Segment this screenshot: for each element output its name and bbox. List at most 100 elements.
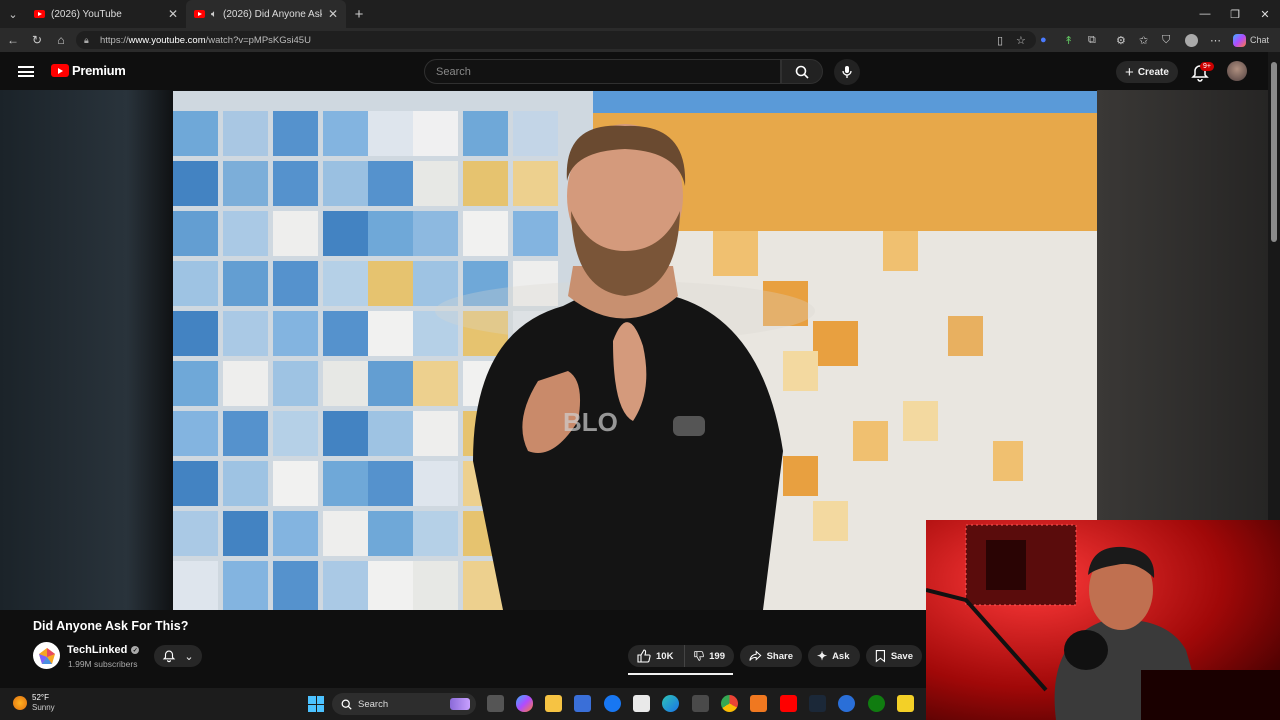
like-count: 10K bbox=[656, 650, 674, 662]
temperature: 52°F bbox=[32, 693, 49, 702]
taskbar-search[interactable]: Search bbox=[332, 693, 476, 715]
extension-icon[interactable]: ↟ bbox=[1064, 28, 1073, 52]
sparkle-icon: ✦ bbox=[817, 649, 828, 663]
split-screen-icon[interactable]: ⚙ bbox=[1116, 28, 1126, 52]
tab-current-video[interactable]: 🔈︎ (2026) Did Anyone Ask For This? ✕ bbox=[186, 0, 346, 28]
share-button[interactable]: Share bbox=[740, 645, 802, 667]
browser-address-bar: ← ↻ ⌂ 🔒︎ https://www.youtube.com/watch?v… bbox=[0, 28, 1280, 52]
url-scheme: https:// bbox=[100, 34, 129, 46]
weather-text: 52°F Sunny bbox=[32, 693, 55, 713]
thumbs-up-icon bbox=[637, 649, 651, 663]
account-avatar[interactable] bbox=[1227, 61, 1247, 81]
create-label: Create bbox=[1137, 66, 1169, 78]
notification-preferences-button[interactable]: ⌄ bbox=[154, 645, 202, 667]
channel-avatar[interactable] bbox=[33, 642, 60, 669]
verified-check-icon: ✓ bbox=[131, 646, 140, 654]
start-button[interactable] bbox=[308, 696, 324, 712]
like-button[interactable]: 10K bbox=[628, 645, 684, 667]
search-input[interactable]: Search bbox=[424, 59, 781, 84]
amazon-icon[interactable] bbox=[633, 695, 650, 712]
speaker-icon[interactable]: 🔈︎ bbox=[211, 9, 217, 20]
xbox-icon[interactable] bbox=[868, 695, 885, 712]
app-launcher-icon[interactable] bbox=[750, 695, 767, 712]
dislike-count: 199 bbox=[709, 650, 725, 662]
weather-widget[interactable]: 52°F Sunny bbox=[13, 693, 55, 713]
bell-icon bbox=[163, 650, 176, 663]
save-label: Save bbox=[890, 650, 913, 662]
edge-browser-icon[interactable] bbox=[662, 695, 679, 712]
chrome-icon[interactable] bbox=[721, 695, 738, 712]
home-icon[interactable]: ⌂ bbox=[49, 33, 73, 47]
scrollbar-thumb[interactable] bbox=[1271, 62, 1277, 242]
channel-name-link[interactable]: TechLinked ✓ bbox=[67, 644, 140, 656]
subscriber-count: 1.99M subscribers bbox=[68, 659, 138, 669]
dislike-button[interactable]: 199 bbox=[684, 645, 734, 667]
youtube-app-icon[interactable] bbox=[780, 695, 797, 712]
facebook-icon[interactable] bbox=[604, 695, 621, 712]
tab-close-icon[interactable]: ✕ bbox=[168, 7, 178, 21]
profile-icon[interactable] bbox=[1185, 28, 1198, 52]
favorites-icon[interactable]: ✩ bbox=[1139, 28, 1148, 52]
youtube-premium-logo[interactable]: Premium bbox=[51, 63, 126, 78]
copilot-chat-button[interactable]: Chat bbox=[1233, 28, 1269, 52]
youtube-favicon-icon bbox=[194, 10, 205, 18]
extension-icon[interactable]: ● bbox=[1040, 28, 1047, 52]
brand-label: Premium bbox=[72, 63, 126, 78]
microphone-icon bbox=[842, 66, 852, 78]
taskbar-search-label: Search bbox=[358, 698, 389, 710]
plus-icon: + bbox=[1125, 63, 1134, 81]
steam-icon[interactable] bbox=[809, 695, 826, 712]
tab-close-icon[interactable]: ✕ bbox=[328, 7, 338, 21]
calculator-icon[interactable] bbox=[692, 695, 709, 712]
more-menu-icon[interactable]: ⋯ bbox=[1210, 28, 1221, 52]
copilot-icon bbox=[1233, 33, 1246, 47]
channel-name: TechLinked bbox=[67, 644, 128, 656]
favorite-star-icon[interactable]: ☆ bbox=[1016, 28, 1026, 52]
notification-count-badge: 9+ bbox=[1200, 62, 1214, 71]
minimize-icon[interactable]: — bbox=[1190, 0, 1220, 28]
restore-icon[interactable]: ❐ bbox=[1220, 0, 1250, 28]
chevron-down-icon: ⌄ bbox=[184, 650, 194, 663]
extensions-puzzle-icon[interactable]: ⧉ bbox=[1088, 28, 1096, 52]
search-icon bbox=[795, 65, 809, 79]
lock-icon: 🔒︎ bbox=[84, 35, 89, 45]
sticky-notes-icon[interactable] bbox=[897, 695, 914, 712]
thumbs-down-icon bbox=[694, 651, 704, 661]
share-label: Share bbox=[766, 650, 793, 662]
task-view-icon[interactable] bbox=[487, 695, 504, 712]
url-field[interactable]: 🔒︎ https://www.youtube.com/watch?v=pMPsK… bbox=[76, 31, 1036, 49]
search-highlight-icon bbox=[450, 698, 470, 710]
browser-tab-bar: ⌄ (2026) YouTube ✕ 🔈︎ (2026) Did Anyone … bbox=[0, 0, 1280, 28]
close-window-icon[interactable]: ✕ bbox=[1250, 0, 1280, 28]
settings-app-icon[interactable] bbox=[838, 695, 855, 712]
share-icon bbox=[749, 650, 762, 661]
chat-label: Chat bbox=[1250, 35, 1270, 45]
ask-button[interactable]: ✦ Ask bbox=[808, 645, 860, 667]
webcam-image bbox=[926, 520, 1280, 720]
youtube-logo-icon bbox=[51, 64, 69, 77]
bookmark-icon bbox=[875, 650, 886, 663]
search-button[interactable] bbox=[781, 59, 823, 84]
video-title: Did Anyone Ask For This? bbox=[33, 619, 189, 633]
create-button[interactable]: + Create bbox=[1116, 61, 1178, 83]
url-host: www.youtube.com bbox=[128, 34, 206, 46]
tab-youtube-home[interactable]: (2026) YouTube ✕ bbox=[26, 0, 186, 28]
new-tab-button[interactable]: + bbox=[346, 6, 372, 23]
tab-actions-menu-button[interactable]: ⌄ bbox=[0, 0, 26, 28]
file-explorer-icon[interactable] bbox=[545, 695, 562, 712]
svg-text:BLO: BLO bbox=[563, 407, 618, 437]
window-controls: — ❐ ✕ bbox=[1190, 0, 1280, 28]
webcam-overlay bbox=[926, 520, 1280, 720]
browser-essentials-icon[interactable]: ⛉ bbox=[1162, 28, 1170, 52]
sunny-weather-icon bbox=[13, 696, 27, 710]
refresh-icon[interactable]: ↻ bbox=[25, 33, 49, 47]
reader-mode-icon[interactable]: ▯ bbox=[997, 28, 1003, 52]
like-ratio-bar bbox=[628, 673, 733, 675]
url-path: /watch?v=pMPsKGsi45U bbox=[205, 34, 311, 46]
save-button[interactable]: Save bbox=[866, 645, 922, 667]
microsoft-store-icon[interactable] bbox=[574, 695, 591, 712]
copilot-icon[interactable] bbox=[516, 695, 533, 712]
guide-menu-icon[interactable] bbox=[18, 66, 34, 77]
back-icon[interactable]: ← bbox=[1, 33, 25, 47]
voice-search-button[interactable] bbox=[834, 59, 860, 85]
